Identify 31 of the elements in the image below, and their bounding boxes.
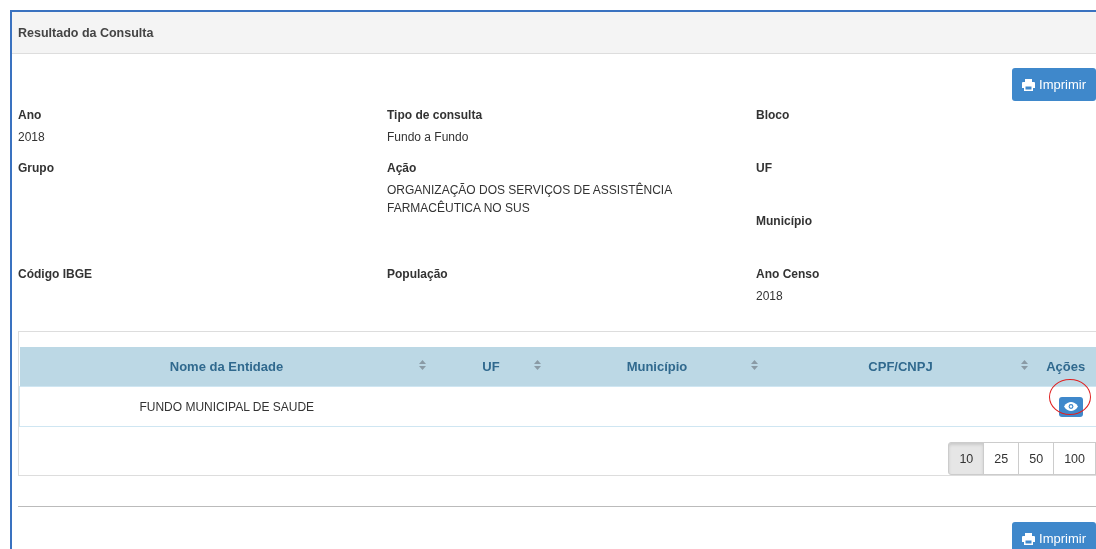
field-label: Ano: [18, 107, 42, 124]
field-label: Ano Censo: [756, 266, 820, 283]
field-label: UF: [756, 160, 772, 177]
field-label: População: [387, 266, 448, 283]
field-label: Município: [756, 213, 812, 230]
panel-title: Resultado da Consulta: [18, 25, 154, 40]
field-value: Fundo a Fundo: [387, 129, 469, 146]
field-label: Tipo de consulta: [387, 107, 483, 124]
column-header[interactable]: Ações: [1035, 347, 1096, 387]
field-label: Código IBGE: [18, 266, 92, 283]
column-header[interactable]: Município: [548, 347, 766, 387]
field-value: 2018: [756, 288, 783, 305]
eye-icon: [1064, 402, 1078, 411]
page-size-button[interactable]: 100: [1053, 442, 1096, 475]
field-value: ORGANIZAÇÃO DOS SERVIÇOS DE ASSISTÊNCIA FARMACÊUTICA NO SUS: [387, 181, 673, 217]
page-size-button[interactable]: 50: [1018, 442, 1055, 475]
print-button[interactable]: Imprimir: [1012, 68, 1096, 101]
field-label: Ação: [387, 160, 417, 177]
field-label: Bloco: [756, 107, 790, 124]
print-button[interactable]: Imprimir: [1012, 522, 1096, 549]
column-header[interactable]: UF: [433, 347, 549, 387]
column-header[interactable]: CPF/CNPJ: [765, 347, 1036, 387]
field-label: Grupo: [18, 160, 54, 177]
field-value: 2018: [18, 129, 45, 146]
page-size-button[interactable]: 25: [983, 442, 1020, 475]
page-size-button[interactable]: 10: [948, 442, 985, 475]
table-cell: FUNDO MUNICIPAL DE SAUDE: [139, 399, 315, 414]
printer-icon: [1022, 532, 1036, 545]
column-header[interactable]: Nome da Entidade: [19, 347, 434, 387]
printer-icon: [1022, 78, 1036, 91]
view-button[interactable]: [1059, 396, 1083, 417]
